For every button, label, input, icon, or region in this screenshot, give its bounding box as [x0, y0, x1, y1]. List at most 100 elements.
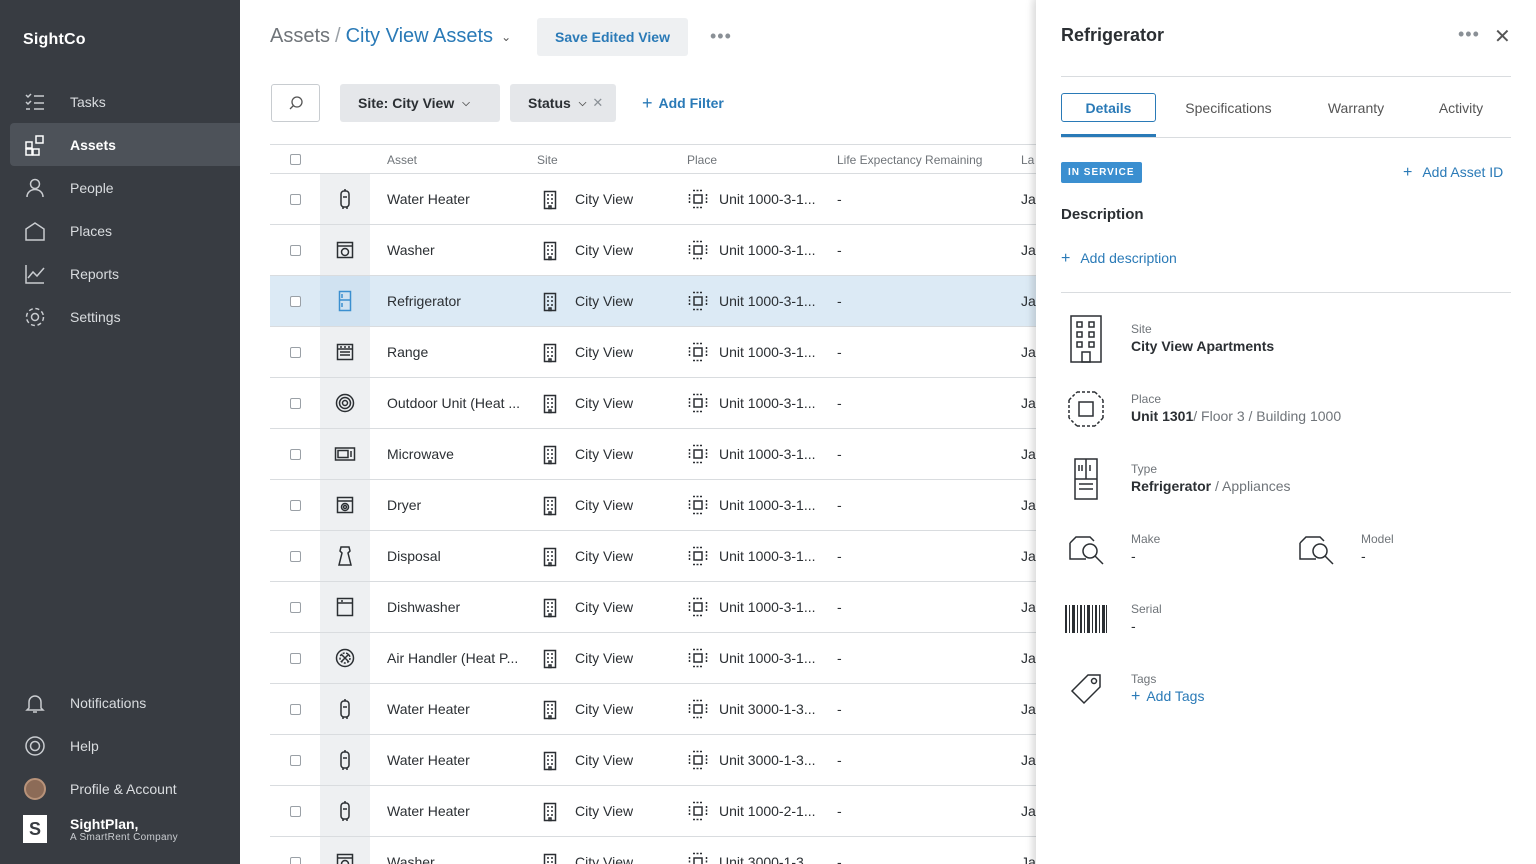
more-options-icon[interactable]: ••• [710, 26, 732, 47]
chevron-down-icon[interactable]: ⌄ [501, 30, 511, 44]
search-button[interactable] [271, 84, 320, 122]
microwave-icon [320, 429, 370, 479]
row-checkbox[interactable] [290, 806, 301, 817]
life-expectancy: - [837, 803, 842, 819]
nav-help[interactable]: Help [10, 724, 240, 767]
nav-notifications[interactable]: Notifications [10, 681, 240, 724]
site-name: City View [575, 446, 634, 462]
column-header[interactable]: Asset [387, 153, 417, 167]
life-expectancy: - [837, 548, 842, 564]
add-description-button[interactable]: + Add description [1061, 250, 1177, 268]
divider [1061, 292, 1511, 293]
view-selector[interactable]: City View Assets [346, 25, 493, 48]
table-row[interactable]: DryerCity ViewUnit 1000-3-1...-Ja [270, 480, 1036, 531]
nav-reports[interactable]: Reports [10, 252, 240, 295]
tab-activity[interactable]: Activity [1426, 93, 1496, 122]
life-expectancy: - [837, 497, 842, 513]
table-row[interactable]: WasherCity ViewUnit 1000-3-1...-Ja [270, 225, 1036, 276]
tab-details[interactable]: Details [1061, 93, 1156, 122]
asset-name: Refrigerator [387, 293, 461, 309]
row-checkbox[interactable] [290, 602, 301, 613]
tab-warranty[interactable]: Warranty [1316, 93, 1396, 122]
tags-label: Tags [1131, 672, 1157, 686]
asset-name: Microwave [387, 446, 454, 462]
nav-places[interactable]: Places [10, 209, 240, 252]
table-row[interactable]: RangeCity ViewUnit 1000-3-1...-Ja [270, 327, 1036, 378]
row-checkbox[interactable] [290, 755, 301, 766]
nav-label: Help [70, 737, 99, 754]
row-checkbox[interactable] [290, 500, 301, 511]
description-heading: Description [1061, 206, 1144, 223]
nav-assets[interactable]: Assets [10, 123, 240, 166]
column-header[interactable]: Place [687, 153, 717, 167]
row-checkbox[interactable] [290, 704, 301, 715]
site-filter-chip[interactable]: Site: City View ⌵ [340, 84, 500, 122]
close-icon[interactable]: ✕ [592, 95, 603, 111]
table-row[interactable]: Water HeaterCity ViewUnit 3000-1-3...-Ja [270, 684, 1036, 735]
tab-specifications[interactable]: Specifications [1171, 93, 1286, 122]
table-row[interactable]: DisposalCity ViewUnit 1000-3-1...-Ja [270, 531, 1036, 582]
assets-icon [23, 133, 47, 157]
place-icon [688, 597, 708, 620]
add-filter-button[interactable]: + Add Filter [642, 93, 724, 114]
table-row[interactable]: MicrowaveCity ViewUnit 1000-3-1...-Ja [270, 429, 1036, 480]
place-icon [688, 699, 708, 722]
place-name: Unit 1000-2-1... [719, 803, 816, 819]
place-icon [688, 291, 708, 314]
company-logo: S SightPlan, A SmartRent Company [23, 815, 178, 843]
row-checkbox[interactable] [290, 347, 301, 358]
nav-label: Profile & Account [70, 780, 177, 797]
more-options-icon[interactable]: ••• [1458, 24, 1480, 45]
site-name: City View [575, 497, 634, 513]
asset-name: Dishwasher [387, 599, 461, 615]
nav-settings[interactable]: Settings [10, 295, 240, 338]
table-row[interactable]: Air Handler (Heat P... City View Unit 1000… [270, 633, 1036, 684]
row-checkbox[interactable] [290, 551, 301, 562]
add-tags-button[interactable]: + Add Tags [1131, 688, 1204, 706]
company-name: SightPlan, [70, 815, 139, 832]
asset-name: Range [387, 344, 429, 360]
lifebuoy-icon [23, 734, 47, 758]
place-name: Unit 1000-3-1... [719, 650, 816, 666]
select-all-checkbox[interactable] [290, 154, 301, 165]
status-filter-chip[interactable]: Status ⌵ ✕ [510, 84, 616, 122]
breadcrumb-root[interactable]: Assets [270, 25, 330, 48]
place-name: Unit 3000-1-3... [719, 701, 816, 717]
table-row[interactable]: RefrigeratorCity ViewUnit 1000-3-1...-Ja [270, 276, 1036, 327]
row-checkbox[interactable] [290, 653, 301, 664]
add-asset-id-button[interactable]: + Add Asset ID [1403, 164, 1503, 182]
row-checkbox[interactable] [290, 194, 301, 205]
column-header[interactable]: Life Expectancy Remaining [837, 153, 982, 167]
nav-tasks[interactable]: Tasks [10, 80, 240, 123]
table-row[interactable]: Water HeaterCity ViewUnit 3000-1-3...-Ja [270, 735, 1036, 786]
life-expectancy: - [837, 344, 842, 360]
row-checkbox[interactable] [290, 398, 301, 409]
site-name: City View [575, 803, 634, 819]
building-icon [543, 802, 557, 825]
table-row[interactable]: DishwasherCity ViewUnit 1000-3-1...-Ja [270, 582, 1036, 633]
close-icon[interactable]: ✕ [1494, 24, 1511, 49]
column-header[interactable]: Site [537, 153, 558, 167]
row-checkbox[interactable] [290, 857, 301, 864]
table-row[interactable]: Water HeaterCity ViewUnit 1000-3-1...-Ja [270, 174, 1036, 225]
place-name: Unit 1000-3-1... [719, 446, 816, 462]
site-name: City View [575, 599, 634, 615]
table-row[interactable]: Outdoor Unit (Heat ... City View Unit 1000… [270, 378, 1036, 429]
place-name: Unit 1000-3-1... [719, 548, 816, 564]
assets-table: Asset Site Place Life Expectancy Remaini… [270, 144, 1036, 864]
row-checkbox[interactable] [290, 245, 301, 256]
building-icon [543, 649, 557, 672]
plus-icon: + [1131, 688, 1141, 705]
nav-people[interactable]: People [10, 166, 240, 209]
type-label: Type [1131, 462, 1158, 476]
tasks-icon [23, 90, 47, 114]
asset-name: Washer [387, 242, 435, 258]
row-checkbox[interactable] [290, 449, 301, 460]
table-row[interactable]: WasherCity ViewUnit 3000-1-3...-Ja [270, 837, 1036, 864]
chart-icon [23, 262, 47, 286]
tag-icon [1061, 664, 1111, 714]
nav-profile[interactable]: Profile & Account [10, 767, 240, 810]
table-row[interactable]: Water HeaterCity ViewUnit 1000-2-1...-Ja [270, 786, 1036, 837]
save-edited-view-button[interactable]: Save Edited View [537, 18, 688, 56]
row-checkbox[interactable] [290, 296, 301, 307]
